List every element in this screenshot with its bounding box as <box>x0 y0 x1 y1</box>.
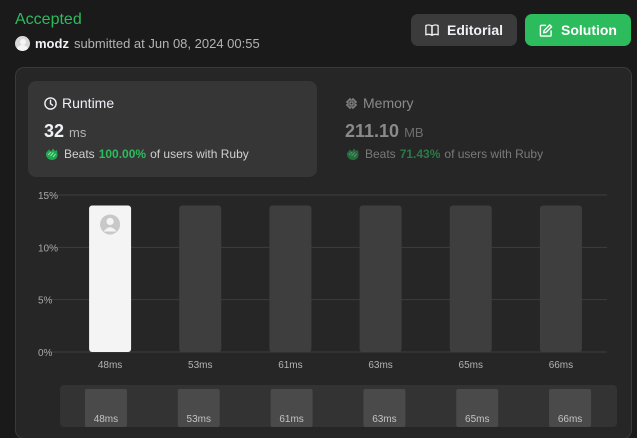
scroller-label: 61ms <box>279 414 303 425</box>
chart-range-scroller-bars: 48ms 53ms 61ms 63ms 65ms 66ms <box>84 389 592 427</box>
scroller-label: 63ms <box>372 414 396 425</box>
scroller-label: 53ms <box>187 414 211 425</box>
scroller-label: 66ms <box>558 414 582 425</box>
scroller-label: 48ms <box>94 414 118 425</box>
scroller-label: 65ms <box>465 414 489 425</box>
